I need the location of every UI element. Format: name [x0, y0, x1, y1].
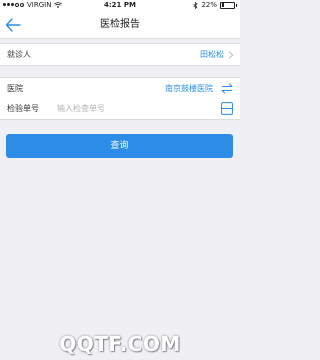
battery-icon	[220, 1, 235, 9]
status-bar: VIRGIN 4:21 PM 22%	[0, 0, 240, 12]
battery-tip	[236, 3, 237, 7]
patient-label: 就诊人	[7, 50, 31, 59]
report-number-label: 检验单号	[7, 104, 39, 113]
hospital-name[interactable]: 南京鼓楼医院	[165, 78, 213, 99]
navigation-bar: 医检报告	[0, 12, 240, 39]
scan-icon[interactable]	[221, 102, 233, 115]
query-button[interactable]: 查询	[6, 134, 233, 158]
switch-icon[interactable]	[221, 83, 233, 94]
status-right: 22%	[193, 1, 237, 9]
hospital-label: 医院	[7, 84, 23, 93]
bluetooth-icon	[193, 1, 198, 9]
hospital-row[interactable]: 医院 南京鼓楼医院	[0, 77, 240, 99]
watermark-logo: QQTF.COM	[59, 332, 181, 356]
battery-percent: 22%	[201, 1, 217, 9]
patient-row[interactable]: 就诊人 田松松	[0, 43, 240, 66]
chevron-right-icon	[228, 51, 234, 59]
page-title: 医检报告	[100, 19, 140, 30]
back-arrow-icon[interactable]	[4, 16, 22, 34]
report-number-row: 检验单号	[0, 98, 240, 120]
patient-name[interactable]: 田松松	[200, 44, 224, 65]
report-number-input[interactable]	[57, 101, 197, 116]
